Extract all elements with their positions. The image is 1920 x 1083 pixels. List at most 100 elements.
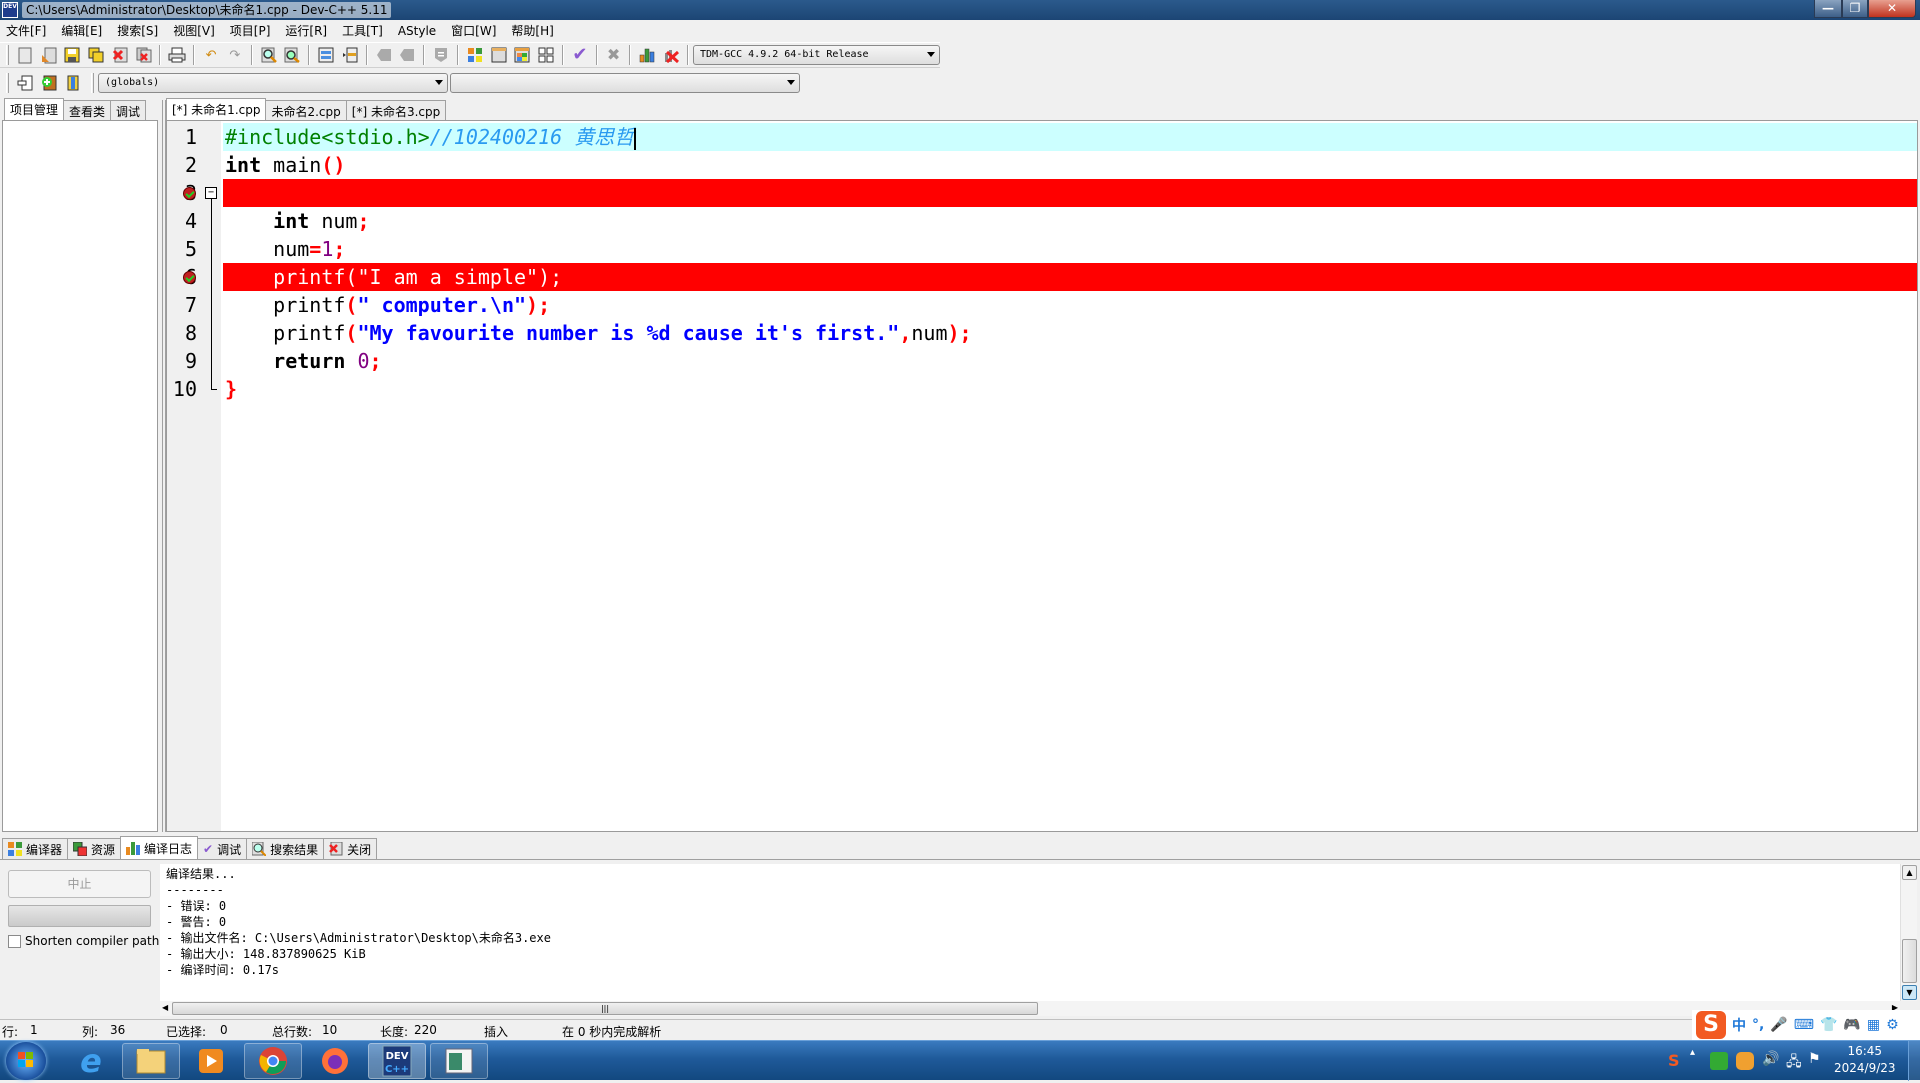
- menu-tools[interactable]: 工具[T]: [342, 22, 383, 39]
- nvidia-icon[interactable]: [1710, 1052, 1728, 1070]
- code-text[interactable]: int num;: [223, 207, 1917, 235]
- code-editor[interactable]: 1 #include<stdio.h>//102400216 黄思哲 2 int ma…: [166, 120, 1918, 832]
- code-line[interactable]: 5 num=1;: [167, 235, 1917, 263]
- code-line[interactable]: 2 int main(): [167, 151, 1917, 179]
- scroll-down-icon[interactable]: ▼: [1902, 985, 1917, 1000]
- code-line[interactable]: 7 printf(" computer.\n");: [167, 291, 1917, 319]
- menu-search[interactable]: 搜索[S]: [117, 22, 158, 39]
- code-line[interactable]: 6 printf("I am a simple");: [167, 263, 1917, 291]
- ime-chinese-mode-icon[interactable]: 中: [1732, 1015, 1746, 1035]
- line-number[interactable]: 7: [167, 291, 197, 319]
- code-line[interactable]: 3−{: [167, 179, 1917, 207]
- menu-run[interactable]: 运行[R]: [285, 22, 327, 39]
- rebuild-icon[interactable]: [536, 45, 556, 65]
- run-icon[interactable]: [489, 45, 509, 65]
- stop-icon[interactable]: ✖: [604, 45, 624, 65]
- ime-skin-icon[interactable]: 👕: [1820, 1017, 1837, 1033]
- code-text[interactable]: printf(" computer.\n");: [223, 291, 1917, 319]
- start-button[interactable]: [6, 1042, 46, 1080]
- compile-log-output[interactable]: 编译结果... -------- - 错误: 0 - 警告: 0 - 输出文件名: C:…: [160, 864, 1900, 1001]
- menu-edit[interactable]: 编辑[E]: [61, 22, 102, 39]
- code-line[interactable]: 10}: [167, 375, 1917, 403]
- redo-icon[interactable]: ↷: [225, 45, 245, 65]
- menu-help[interactable]: 帮助[H]: [511, 22, 553, 39]
- taskbar-internet-explorer[interactable]: e: [62, 1042, 120, 1080]
- editor-tab-2[interactable]: 未命名2.cpp: [265, 100, 347, 120]
- taskbar-file-explorer[interactable]: [122, 1043, 180, 1079]
- log-horizontal-scrollbar[interactable]: ◀ ||| ▶: [160, 1001, 1900, 1016]
- line-number[interactable]: 5: [167, 235, 197, 263]
- indent-icon[interactable]: [316, 45, 336, 65]
- breakpoint-icon[interactable]: [183, 187, 196, 200]
- app-tray-icon[interactable]: [1736, 1052, 1754, 1070]
- show-hidden-icons[interactable]: ▴: [1690, 1047, 1695, 1058]
- line-number[interactable]: 1: [167, 123, 197, 151]
- tab-compile-log[interactable]: 编译日志: [120, 836, 199, 859]
- code-text[interactable]: return 0;: [223, 347, 1917, 375]
- replace-icon[interactable]: [282, 45, 302, 65]
- tab-close-panel[interactable]: 关闭: [323, 838, 378, 859]
- code-text[interactable]: }: [223, 375, 1917, 403]
- add-bookmark-icon[interactable]: [39, 73, 59, 93]
- taskbar-media-player[interactable]: [182, 1043, 240, 1079]
- save-icon[interactable]: [62, 45, 82, 65]
- toolbar-grip[interactable]: [6, 73, 9, 93]
- code-line[interactable]: 4 int num;: [167, 207, 1917, 235]
- members-select[interactable]: [450, 73, 800, 93]
- scroll-left-icon[interactable]: ◀: [162, 1003, 168, 1012]
- code-text[interactable]: num=1;: [223, 235, 1917, 263]
- line-number[interactable]: 4: [167, 207, 197, 235]
- menu-project[interactable]: 项目[P]: [230, 22, 271, 39]
- tab-search-results[interactable]: 搜索结果: [246, 838, 325, 859]
- save-all-icon[interactable]: [86, 45, 106, 65]
- tab-debug[interactable]: 调试: [110, 100, 147, 120]
- code-text[interactable]: printf("I am a simple");: [223, 263, 1917, 291]
- tab-project[interactable]: 项目管理: [4, 98, 65, 120]
- insert-icon[interactable]: [15, 73, 35, 93]
- editor-tab-3[interactable]: [*] 未命名3.cpp: [345, 100, 447, 120]
- chevron-down-icon[interactable]: [435, 80, 443, 85]
- close-button[interactable]: ✕: [1868, 0, 1916, 18]
- menu-file[interactable]: 文件[F]: [6, 22, 46, 39]
- menu-view[interactable]: 视图[V]: [173, 22, 215, 39]
- code-text[interactable]: {: [223, 179, 1917, 207]
- menu-astyle[interactable]: AStyle: [398, 24, 436, 38]
- ime-toolbox-icon[interactable]: ▦: [1867, 1017, 1880, 1033]
- open-file-icon[interactable]: [39, 45, 59, 65]
- compile-icon[interactable]: [465, 45, 485, 65]
- code-text[interactable]: int main(): [223, 151, 1917, 179]
- editor-tab-1[interactable]: [*] 未命名1.cpp: [166, 98, 267, 120]
- menu-window[interactable]: 窗口[W]: [451, 22, 496, 39]
- code-text[interactable]: printf("My favourite number is %d cause …: [223, 319, 1917, 347]
- sogou-tray-icon[interactable]: S: [1668, 1051, 1680, 1070]
- ime-microphone-icon[interactable]: 🎤: [1770, 1017, 1787, 1033]
- unindent-icon[interactable]: [340, 45, 360, 65]
- volume-icon[interactable]: 🔊: [1762, 1051, 1779, 1067]
- tab-debug-output[interactable]: ✔ 调试: [197, 838, 248, 859]
- line-number[interactable]: 9: [167, 347, 197, 375]
- log-vertical-scrollbar[interactable]: ▲ ▼: [1900, 864, 1917, 1001]
- compiler-select[interactable]: TDM-GCC 4.9.2 64-bit Release: [692, 45, 941, 65]
- scroll-thumb[interactable]: [1902, 939, 1917, 983]
- find-icon[interactable]: [259, 45, 279, 65]
- undo-icon[interactable]: ↶: [201, 45, 221, 65]
- chevron-down-icon[interactable]: [787, 80, 795, 85]
- toolbar-grip[interactable]: [91, 73, 94, 93]
- ime-game-icon[interactable]: 🎮: [1843, 1017, 1860, 1033]
- ime-keyboard-icon[interactable]: ⌨: [1794, 1017, 1814, 1033]
- taskbar-dev-cpp[interactable]: DEV C++: [368, 1043, 426, 1079]
- toolbar-grip[interactable]: [6, 45, 9, 65]
- shorten-paths-checkbox[interactable]: [8, 934, 21, 948]
- syntax-check-icon[interactable]: ✔: [570, 45, 590, 65]
- ime-punctuation-icon[interactable]: °,: [1752, 1017, 1764, 1033]
- chevron-down-icon[interactable]: [927, 52, 936, 57]
- scroll-up-icon[interactable]: ▲: [1902, 865, 1917, 880]
- code-line[interactable]: 9 return 0;: [167, 347, 1917, 375]
- sogou-logo-icon[interactable]: S: [1696, 1011, 1726, 1039]
- project-tree[interactable]: [2, 120, 158, 832]
- tab-compiler[interactable]: 编译器: [2, 838, 69, 859]
- shorten-paths-option[interactable]: Shorten compiler paths: [8, 934, 166, 948]
- close-all-icon[interactable]: [134, 45, 154, 65]
- show-desktop-button[interactable]: [1908, 1041, 1920, 1081]
- profile-icon[interactable]: [637, 45, 657, 65]
